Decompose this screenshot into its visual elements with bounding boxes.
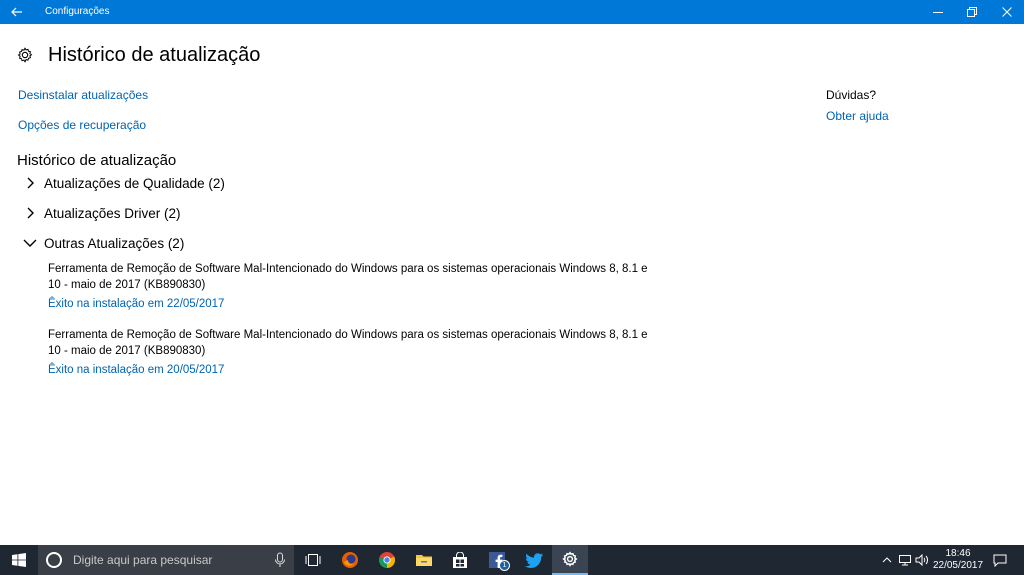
gear-icon <box>17 47 33 63</box>
file-explorer-button[interactable] <box>406 545 442 575</box>
windows-logo-icon <box>12 553 26 567</box>
network-button[interactable] <box>896 545 914 575</box>
task-view-icon <box>305 554 321 566</box>
taskbar: Digite aqui para pesquisar 1 18:46 22/05… <box>0 545 1024 575</box>
page-title: Histórico de atualização <box>48 43 261 66</box>
settings-icon <box>562 551 578 567</box>
recovery-options-link[interactable]: Opções de recuperação <box>18 118 146 132</box>
group-driver-updates[interactable]: Atualizações Driver (2) <box>22 203 181 223</box>
firefox-button[interactable] <box>332 545 368 575</box>
file-explorer-icon <box>416 555 432 566</box>
update-item: Ferramenta de Remoção de Software Mal-In… <box>48 261 658 312</box>
clock-date: 22/05/2017 <box>932 560 984 571</box>
search-placeholder: Digite aqui para pesquisar <box>73 553 213 567</box>
network-icon <box>899 555 911 566</box>
back-button[interactable] <box>0 0 34 24</box>
close-icon <box>1002 7 1012 17</box>
cortana-icon <box>46 552 62 568</box>
uninstall-updates-link[interactable]: Desinstalar atualizações <box>18 88 148 102</box>
volume-button[interactable] <box>913 545 931 575</box>
settings-button[interactable] <box>552 545 588 575</box>
arrow-left-icon <box>11 7 22 17</box>
update-item: Ferramenta de Remoção de Software Mal-In… <box>48 327 658 378</box>
store-button[interactable] <box>442 545 478 575</box>
group-label: Atualizações Driver (2) <box>44 205 181 221</box>
group-label: Atualizações de Qualidade (2) <box>44 175 225 191</box>
twitter-button[interactable] <box>516 545 552 575</box>
chrome-button[interactable] <box>369 545 405 575</box>
restore-icon <box>967 7 977 17</box>
chrome-icon <box>378 552 396 568</box>
update-name: Ferramenta de Remoção de Software Mal-In… <box>48 263 648 291</box>
page-header: Histórico de atualização <box>16 42 260 68</box>
window-title: Configurações <box>45 6 110 17</box>
close-button[interactable] <box>990 0 1024 24</box>
get-help-link[interactable]: Obter ajuda <box>826 109 889 123</box>
update-status-link[interactable]: Êxito na instalação em 20/05/2017 <box>48 364 224 376</box>
chevron-down-icon <box>23 239 37 247</box>
twitter-icon <box>525 552 543 568</box>
update-status-link[interactable]: Êxito na instalação em 22/05/2017 <box>48 298 224 310</box>
start-button[interactable] <box>0 545 38 575</box>
title-bar: Configurações <box>0 0 1024 24</box>
group-quality-updates[interactable]: Atualizações de Qualidade (2) <box>22 173 225 193</box>
volume-icon <box>915 554 928 566</box>
action-center-button[interactable] <box>990 545 1010 575</box>
chevron-right-icon <box>27 207 34 219</box>
clock-time: 18:46 <box>945 548 971 559</box>
restore-button[interactable] <box>955 0 989 24</box>
firefox-icon <box>342 552 358 568</box>
minimize-button[interactable] <box>921 0 955 24</box>
microphone-icon[interactable] <box>274 552 286 568</box>
history-heading: Histórico de atualização <box>17 152 177 169</box>
help-title: Dúvidas? <box>826 88 877 102</box>
chevron-right-icon <box>27 177 34 189</box>
update-name: Ferramenta de Remoção de Software Mal-In… <box>48 329 648 357</box>
action-center-icon <box>993 554 1007 567</box>
notification-badge: 1 <box>499 560 510 571</box>
search-box[interactable]: Digite aqui para pesquisar <box>38 545 294 575</box>
chevron-up-icon <box>882 557 892 563</box>
show-hidden-icons-button[interactable] <box>878 545 896 575</box>
task-view-button[interactable] <box>295 545 331 575</box>
clock[interactable]: 18:46 22/05/2017 <box>930 548 986 572</box>
facebook-button[interactable]: 1 <box>479 545 515 575</box>
group-label: Outras Atualizações (2) <box>44 235 185 251</box>
minimize-icon <box>933 12 943 13</box>
group-other-updates[interactable]: Outras Atualizações (2) <box>22 233 184 253</box>
store-icon <box>453 551 467 568</box>
